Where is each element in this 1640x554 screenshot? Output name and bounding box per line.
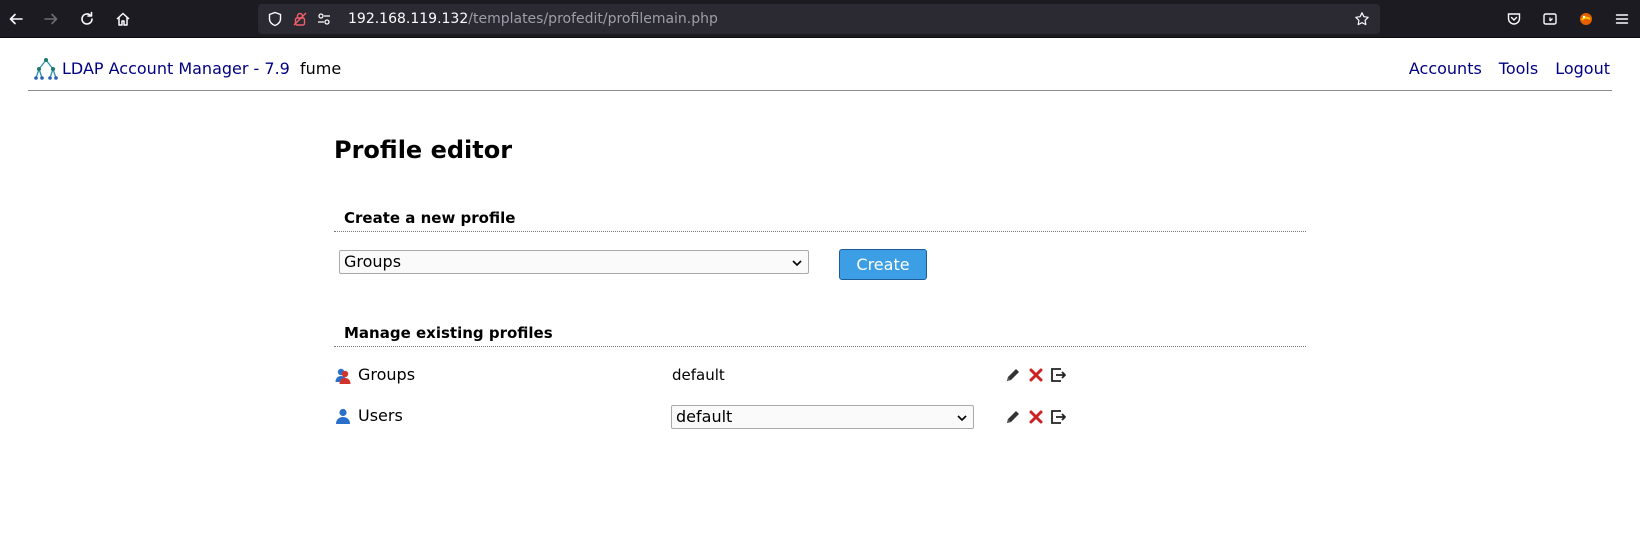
user-profile-selected: default (676, 407, 733, 426)
ldap-tree-logo-icon (34, 58, 58, 80)
create-profile-button[interactable]: Create (839, 249, 927, 280)
home-icon (116, 12, 130, 26)
profile-type-selected: Groups (344, 252, 402, 271)
manage-section-heading: Manage existing profiles (334, 323, 1306, 347)
delete-icon[interactable] (1027, 408, 1045, 426)
bookmark-star-icon[interactable] (1354, 11, 1370, 27)
profile-type-select[interactable]: Groups (339, 250, 809, 274)
app-logo-link[interactable]: LDAP Account Manager - 7.9 (34, 57, 290, 81)
insecure-lock-icon[interactable] (292, 11, 308, 27)
app-header: LDAP Account Manager - 7.9 fume Accounts… (28, 38, 1612, 91)
profile-type-label: Users (358, 406, 403, 425)
top-navigation: Accounts Tools Logout (1409, 59, 1610, 79)
create-section-heading: Create a new profile (334, 208, 1306, 232)
permissions-icon[interactable] (316, 11, 332, 27)
profile-row-users: Users default (334, 404, 1306, 434)
extension-icon (1580, 13, 1592, 25)
export-icon[interactable] (1049, 366, 1067, 384)
url-bar[interactable]: 192.168.119.132/templates/profedit/profi… (258, 4, 1380, 34)
export-icon[interactable] (1049, 408, 1067, 426)
profile-type-label: Groups (358, 365, 416, 384)
arrow-left-icon (9, 13, 23, 25)
shield-icon[interactable] (267, 11, 283, 27)
home-button[interactable] (111, 7, 135, 31)
url-path: /templates/profedit/profilemain.php (468, 11, 718, 27)
url-text: 192.168.119.132/templates/profedit/profi… (348, 10, 718, 28)
reload-button[interactable] (75, 7, 99, 31)
arrow-right-icon (44, 13, 58, 25)
screenshot-button[interactable] (1538, 7, 1562, 31)
page-title: Profile editor (334, 136, 513, 164)
nav-logout-link[interactable]: Logout (1555, 59, 1610, 79)
reload-icon (81, 11, 93, 25)
chevron-down-icon (957, 415, 967, 422)
nav-accounts-link[interactable]: Accounts (1409, 59, 1482, 79)
chevron-down-icon (792, 260, 802, 267)
extension-button[interactable] (1574, 7, 1598, 31)
back-button[interactable] (4, 7, 28, 31)
user-profile-select[interactable]: default (671, 405, 974, 429)
screenshot-icon (1543, 13, 1557, 25)
delete-icon[interactable] (1027, 366, 1045, 384)
logged-in-user: fume (300, 59, 342, 78)
forward-button[interactable] (39, 7, 63, 31)
user-icon (336, 408, 350, 424)
pocket-icon (1507, 13, 1521, 25)
profile-row-groups: Groups default (334, 363, 1306, 393)
edit-pencil-icon[interactable] (1004, 408, 1022, 426)
url-host: 192.168.119.132 (348, 11, 469, 27)
nav-tools-link[interactable]: Tools (1499, 59, 1538, 79)
pocket-button[interactable] (1502, 7, 1526, 31)
app-title: LDAP Account Manager - 7.9 (62, 59, 290, 78)
menu-button[interactable] (1610, 7, 1634, 31)
profile-name: default (672, 366, 725, 384)
group-icon (335, 368, 351, 384)
edit-pencil-icon[interactable] (1004, 366, 1022, 384)
hamburger-menu-icon (1615, 14, 1629, 24)
browser-toolbar: 192.168.119.132/templates/profedit/profi… (0, 0, 1640, 38)
